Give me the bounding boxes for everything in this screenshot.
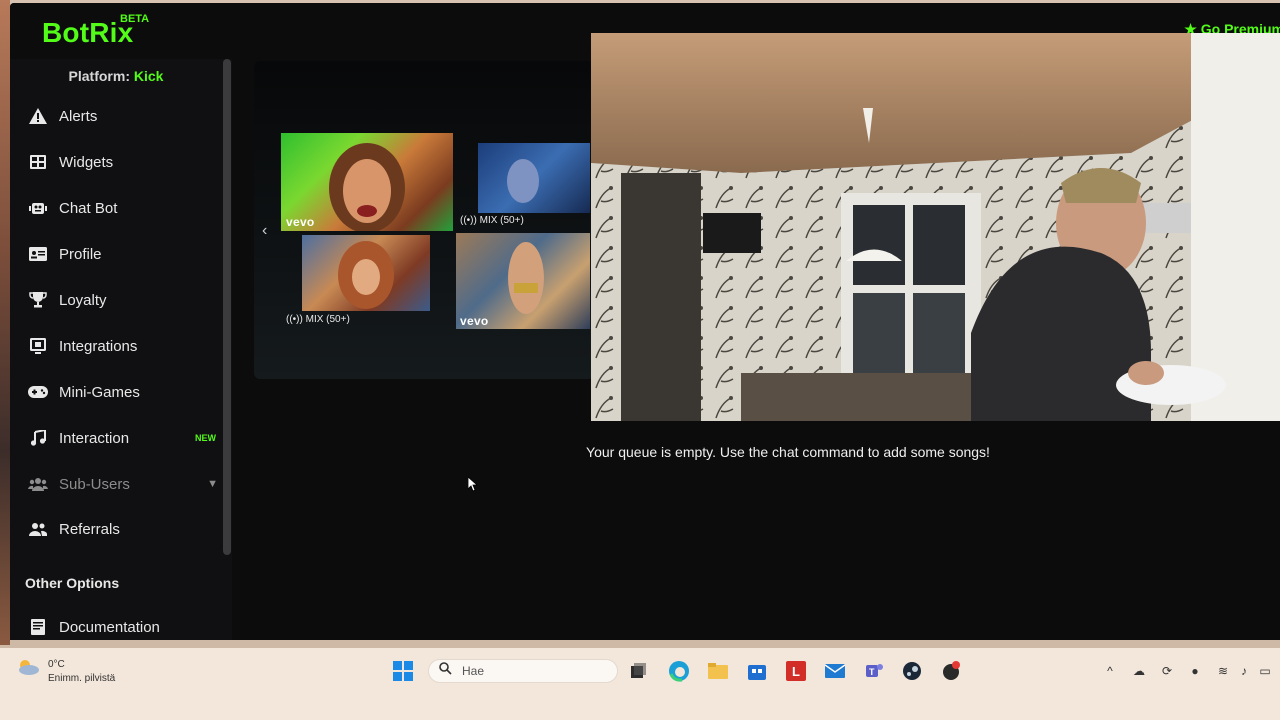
wifi-icon[interactable]: ≋ [1214,662,1232,680]
sidebar-item-label: Interaction [59,429,130,447]
sidebar-item-chat-bot[interactable]: Chat Bot [10,188,222,228]
weather-temperature: 0°C [48,659,65,670]
sidebar-item-label: Sub-Users [59,475,130,493]
new-badge: NEW [195,433,216,443]
robot-icon [28,198,48,218]
search-placeholder: Hae [462,664,485,678]
file-explorer-icon[interactable] [706,659,730,683]
document-icon [28,617,48,637]
steam-icon[interactable] [900,659,924,683]
sidebar-item-sub-users[interactable]: Sub-Users ▼ [10,464,222,504]
sidebar-item-integrations[interactable]: Integrations [10,326,222,366]
mix-text: MIX (50+) [305,314,350,325]
video-thumbnail[interactable] [302,235,430,311]
windows-start-icon[interactable] [391,659,415,683]
cloud-sun-icon [16,658,40,681]
desktop-edge [0,0,10,645]
music-note-icon [28,428,48,448]
users-icon [28,474,48,494]
gamepad-icon [28,382,48,402]
sidebar-item-mini-games[interactable]: Mini-Games [10,372,222,412]
mouse-cursor-icon [467,476,479,497]
teams-icon[interactable]: T [862,659,886,683]
svg-text:T: T [869,667,875,677]
battery-icon[interactable]: ▭ [1256,662,1274,680]
store-icon[interactable] [745,659,769,683]
radio-icon: ((•)) [460,215,477,226]
sidebar-item-label: Documentation [59,618,160,636]
platform-prefix: Platform: [68,68,130,84]
mix-text: MIX (50+) [479,215,524,226]
sidebar-item-profile[interactable]: Profile [10,234,222,274]
referrals-icon [28,519,48,539]
sidebar-item-interaction[interactable]: Interaction NEW [10,418,222,458]
app-icon[interactable] [939,659,963,683]
edge-icon[interactable] [667,659,691,683]
microphone-icon[interactable]: ● [1186,662,1204,680]
botrix-app: BotRix BETA ★ Go Premium Platform: Kick A… [10,3,1280,640]
id-card-icon [28,244,48,264]
sync-icon[interactable]: ⟳ [1158,662,1176,680]
sidebar-item-label: Profile [59,245,102,263]
task-view-icon[interactable] [626,659,650,683]
mix-label: ((•)) MIX (50+) [460,215,524,226]
sidebar-item-widgets[interactable]: Widgets [10,142,222,182]
sidebar-item-documentation[interactable]: Documentation [10,607,222,640]
sidebar-item-label: Chat Bot [59,199,118,217]
radio-icon: ((•)) [286,314,303,325]
beta-badge: BETA [120,13,150,25]
sidebar-item-referrals[interactable]: Referrals [10,509,222,549]
screen: BotRix BETA ★ Go Premium Platform: Kick A… [0,0,1280,720]
weather-widget[interactable]: 0°C Enimm. pilvistä [16,658,115,686]
mail-icon[interactable] [823,659,847,683]
mix-label: ((•)) MIX (50+) [286,314,350,325]
onedrive-icon[interactable]: ☁ [1130,662,1148,680]
other-options-title: Other Options [25,575,120,591]
svg-text:L: L [792,664,800,679]
sidebar: Platform: Kick Alerts Widgets Chat Bot P… [10,59,232,640]
sidebar-item-alerts[interactable]: Alerts [10,96,222,136]
chevron-up-icon[interactable]: ^ [1101,662,1119,680]
platform-name: Kick [133,68,164,84]
widgets-icon [28,152,48,172]
queue-empty-message: Your queue is empty. Use the chat comman… [586,444,990,460]
trophy-icon [28,290,48,310]
taskbar-search-box[interactable]: Hae [428,659,618,683]
integrations-icon [28,336,48,356]
warning-icon [28,106,48,126]
lastpass-icon[interactable]: L [784,659,808,683]
sidebar-item-label: Mini-Games [59,383,140,401]
chevron-left-icon[interactable]: ‹ [262,222,267,240]
sidebar-item-label: Alerts [59,107,98,125]
sidebar-item-label: Referrals [59,520,120,538]
taskbar: 0°C Enimm. pilvistä Hae L T ^ ☁ ⟳ ● ≋ ♪ … [0,648,1280,720]
vevo-logo: vevo [286,215,315,229]
sidebar-scrollbar[interactable] [223,59,231,555]
sidebar-item-loyalty[interactable]: Loyalty [10,280,222,320]
platform-indicator: Platform: Kick [10,68,222,84]
chevron-down-icon[interactable]: ▼ [207,478,218,490]
sidebar-item-label: Integrations [59,337,138,355]
volume-icon[interactable]: ♪ [1235,662,1253,680]
sidebar-item-label: Widgets [59,153,114,171]
video-thumbnail[interactable] [478,143,590,213]
weather-description: Enimm. pilvistä [48,673,116,684]
vevo-logo: vevo [460,314,489,328]
webcam-video [591,33,1280,421]
search-icon [439,662,452,680]
sidebar-item-label: Loyalty [59,291,107,309]
